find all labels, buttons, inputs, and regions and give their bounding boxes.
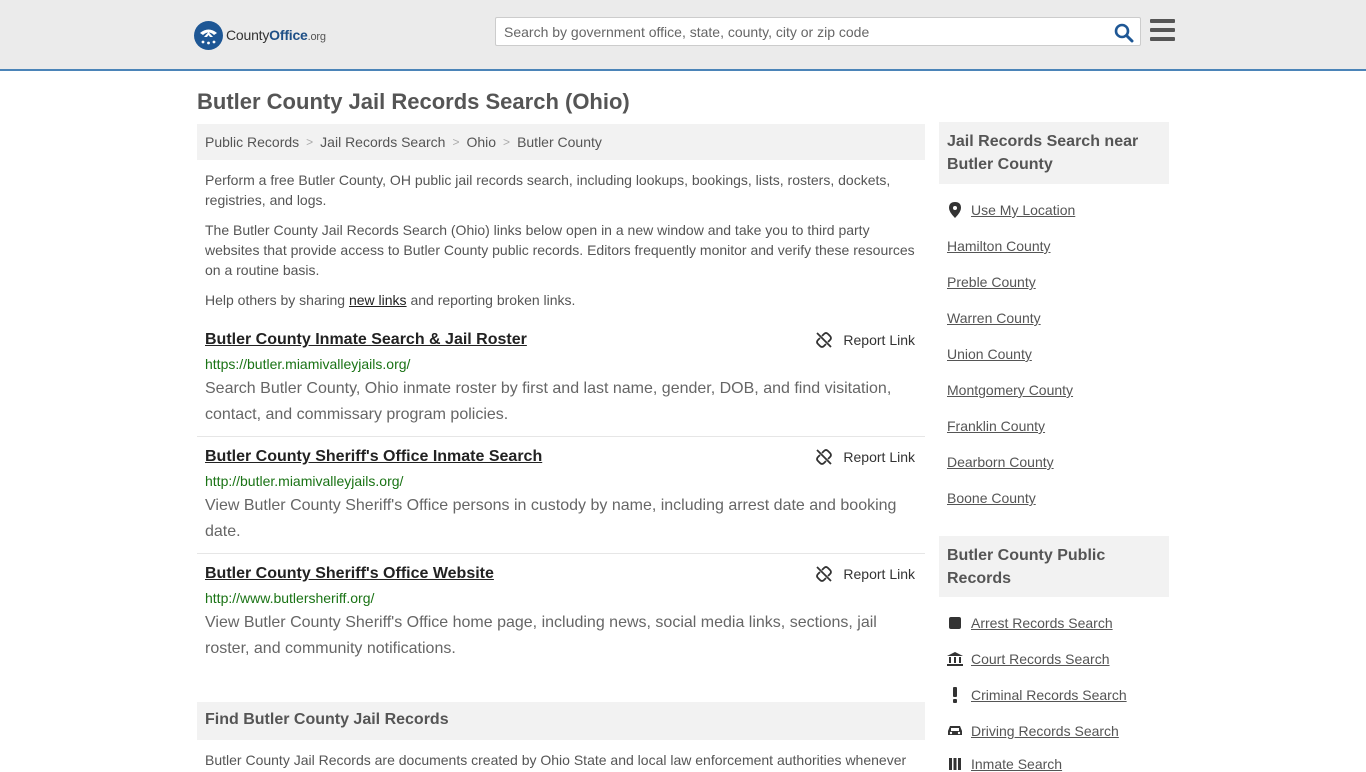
hamburger-menu-icon[interactable] — [1150, 19, 1175, 41]
nearby-county-link[interactable]: Hamilton County — [947, 238, 1051, 254]
intro-text: and reporting broken links. — [406, 292, 576, 308]
result-url[interactable]: https://butler.miamivalleyjails.org/ — [205, 356, 410, 372]
divider — [197, 436, 925, 437]
driving-records-label: Driving Records Search — [971, 723, 1119, 739]
divider — [197, 553, 925, 554]
result-title-link[interactable]: Butler County Inmate Search & Jail Roste… — [205, 331, 527, 349]
result-url[interactable]: http://www.butlersheriff.org/ — [205, 590, 374, 606]
courthouse-icon — [947, 651, 963, 667]
new-links-link[interactable]: new links — [349, 292, 407, 308]
nearby-county-link[interactable]: Boone County — [947, 490, 1036, 506]
result-url[interactable]: http://butler.miamivalleyjails.org/ — [205, 473, 403, 489]
inmate-search-link[interactable]: Inmate Search — [947, 756, 1062, 772]
search-input[interactable] — [496, 18, 1106, 45]
broken-link-icon — [816, 332, 833, 348]
court-records-link[interactable]: Court Records Search — [947, 651, 1110, 667]
nearby-county-link[interactable]: Union County — [947, 346, 1032, 362]
car-icon — [947, 723, 963, 739]
criminal-records-label: Criminal Records Search — [971, 687, 1127, 703]
breadcrumb: Public Records > Jail Records Search > O… — [197, 124, 925, 160]
nearby-county-link[interactable]: Dearborn County — [947, 454, 1054, 470]
result-title-link[interactable]: Butler County Sheriff's Office Website — [205, 565, 494, 583]
report-link-label: Report Link — [843, 332, 915, 348]
broken-link-icon — [816, 566, 833, 582]
find-section-heading: Find Butler County Jail Records — [197, 702, 925, 740]
nearby-county-link[interactable]: Montgomery County — [947, 382, 1073, 398]
breadcrumb-butler-county[interactable]: Butler County — [517, 134, 602, 150]
result-item: Butler County Sheriff's Office Website R… — [197, 565, 925, 665]
nearby-county-link[interactable]: Preble County — [947, 274, 1036, 290]
result-item: Butler County Inmate Search & Jail Roste… — [197, 331, 925, 431]
report-link-button[interactable]: Report Link — [816, 449, 915, 465]
report-link-label: Report Link — [843, 449, 915, 465]
nearby-heading: Jail Records Search near Butler County — [939, 122, 1169, 184]
result-description: View Butler County Sheriff's Office pers… — [205, 497, 897, 540]
use-my-location-link[interactable]: Use My Location — [947, 202, 1075, 218]
find-section-text: Butler County Jail Records are documents… — [205, 752, 907, 768]
nearby-county-link[interactable]: Warren County — [947, 310, 1041, 326]
breadcrumb-separator: > — [306, 135, 314, 149]
criminal-records-link[interactable]: Criminal Records Search — [947, 687, 1127, 703]
site-header: CountyOffice.org — [0, 0, 1366, 71]
inmate-icon — [947, 756, 963, 772]
court-records-label: Court Records Search — [971, 651, 1110, 667]
nearby-county-link[interactable]: Franklin County — [947, 418, 1045, 434]
site-logo[interactable]: CountyOffice.org — [194, 20, 326, 50]
use-my-location-label: Use My Location — [971, 202, 1076, 218]
result-title-link[interactable]: Butler County Sheriff's Office Inmate Se… — [205, 448, 542, 466]
breadcrumb-separator: > — [452, 135, 460, 149]
intro-paragraph-1: Perform a free Butler County, OH public … — [205, 172, 891, 208]
report-link-button[interactable]: Report Link — [816, 332, 915, 348]
report-link-button[interactable]: Report Link — [816, 566, 915, 582]
page-title: Butler County Jail Records Search (Ohio) — [197, 89, 630, 114]
arrest-records-label: Arrest Records Search — [971, 615, 1113, 631]
public-records-heading: Butler County Public Records — [939, 536, 1169, 597]
result-description: View Butler County Sheriff's Office home… — [205, 614, 877, 657]
report-link-label: Report Link — [843, 566, 915, 582]
breadcrumb-jail-records[interactable]: Jail Records Search — [320, 134, 445, 150]
intro-paragraph-3: Help others by sharing new links and rep… — [205, 290, 920, 310]
breadcrumb-ohio[interactable]: Ohio — [466, 134, 496, 150]
driving-records-link[interactable]: Driving Records Search — [947, 723, 1119, 739]
result-description: Search Butler County, Ohio inmate roster… — [205, 380, 892, 423]
intro-paragraph-2: The Butler County Jail Records Search (O… — [205, 222, 915, 278]
breadcrumb-separator: > — [503, 135, 511, 149]
search-icon[interactable] — [1114, 23, 1134, 43]
result-item: Butler County Sheriff's Office Inmate Se… — [197, 448, 925, 548]
inmate-search-label: Inmate Search — [971, 756, 1063, 772]
search-box — [495, 17, 1141, 46]
logo-text: CountyOffice.org — [226, 27, 326, 43]
arrest-icon — [947, 615, 963, 631]
breadcrumb-public-records[interactable]: Public Records — [205, 134, 299, 150]
arrest-records-link[interactable]: Arrest Records Search — [947, 615, 1113, 631]
logo-badge-icon — [194, 20, 223, 50]
exclamation-icon — [947, 687, 963, 703]
broken-link-icon — [816, 449, 833, 465]
intro-text: Help others by sharing — [205, 292, 349, 308]
map-marker-icon — [947, 202, 963, 218]
